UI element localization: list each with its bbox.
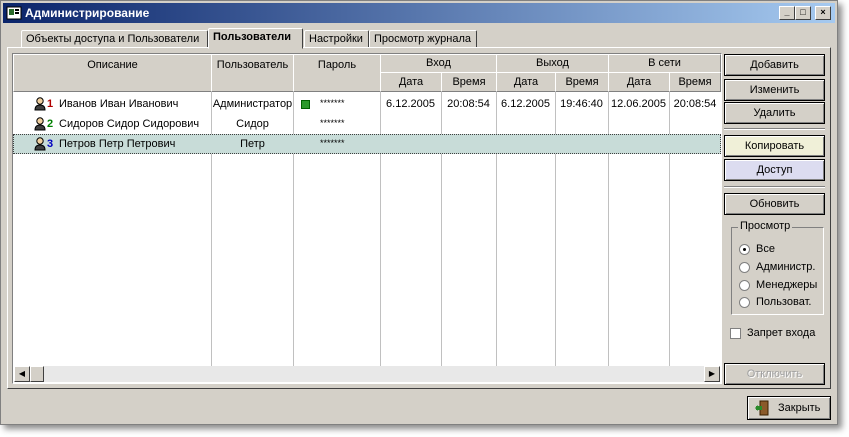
maximize-button[interactable]: □ [795, 6, 811, 20]
radio-admins[interactable]: Администр. [739, 260, 824, 276]
user-icon [34, 97, 46, 111]
radio-dot-icon [739, 297, 750, 308]
status-online-indicator [301, 100, 310, 109]
close-button[interactable]: Закрыть [747, 396, 831, 420]
header-online[interactable]: В сети [608, 54, 721, 73]
user-icon [34, 137, 46, 151]
row-number: 2 [47, 118, 54, 130]
disconnect-button[interactable]: Отключить [724, 363, 825, 385]
row-online-time: 20:08:54 [673, 98, 717, 110]
tab-objects-users[interactable]: Объекты доступа и Пользователи [21, 30, 208, 48]
row-login-time: 20:08:54 [447, 98, 490, 110]
radio-managers[interactable]: Менеджеры [739, 278, 824, 294]
row-user: Петр [240, 138, 265, 150]
header-logout-date[interactable]: Дата [496, 72, 556, 92]
row-password: ******* [320, 138, 345, 148]
title-bar[interactable]: Администрирование _ □ × [3, 3, 835, 23]
header-logout[interactable]: Выход [496, 54, 609, 73]
tab-settings[interactable]: Настройки [304, 30, 369, 48]
radio-users-label: Пользоват. [756, 296, 812, 308]
radio-users[interactable]: Пользоват. [739, 295, 824, 311]
view-filter-title: Просмотр [738, 220, 793, 232]
row-online-date: 12.06.2005 [610, 98, 667, 110]
row-number: 3 [47, 138, 54, 150]
header-login-date[interactable]: Дата [380, 72, 442, 92]
header-login-time[interactable]: Время [441, 72, 497, 92]
row-logout-time: 19:46:40 [560, 98, 603, 110]
scroll-left-icon[interactable]: ◀ [14, 366, 30, 382]
close-window-button[interactable]: × [815, 6, 831, 20]
scroll-thumb[interactable] [30, 366, 44, 382]
copy-button[interactable]: Копировать [724, 135, 825, 157]
header-password[interactable]: Пароль [293, 54, 381, 92]
add-button[interactable]: Добавить [724, 54, 825, 76]
close-button-label: Закрыть [778, 402, 821, 414]
horizontal-scrollbar[interactable]: ◀ ▶ [14, 366, 720, 382]
separator [724, 128, 825, 130]
row-password: ******* [320, 98, 345, 108]
admin-window: Администрирование _ □ × Объекты доступа … [0, 0, 838, 425]
header-login[interactable]: Вход [380, 54, 497, 73]
radio-dot-icon [739, 262, 750, 273]
separator [724, 186, 825, 188]
row-logout-date: 6.12.2005 [501, 98, 550, 110]
radio-all[interactable]: Все [739, 242, 824, 258]
header-user[interactable]: Пользователь [211, 54, 294, 92]
header-logout-time[interactable]: Время [555, 72, 609, 92]
edit-button[interactable]: Изменить [724, 79, 825, 101]
row-login-date: 6.12.2005 [386, 98, 435, 110]
row-description: Петров Петр Петрович [59, 138, 176, 150]
checkbox-box[interactable] [730, 328, 741, 339]
user-icon [34, 117, 46, 131]
radio-dot-icon [739, 244, 750, 255]
header-online-date[interactable]: Дата [608, 72, 670, 92]
radio-admins-label: Администр. [756, 261, 816, 273]
refresh-button[interactable]: Обновить [724, 193, 825, 215]
row-user: Администратор [212, 98, 293, 110]
row-description: Иванов Иван Иванович [59, 98, 179, 110]
header-online-time[interactable]: Время [669, 72, 721, 92]
app-icon [6, 6, 22, 20]
row-number: 1 [47, 98, 54, 110]
radio-all-label: Все [756, 243, 775, 255]
exit-door-icon [755, 400, 769, 416]
header-description[interactable]: Описание [13, 54, 212, 92]
users-grid[interactable]: Описание Пользователь Пароль Вход Выход … [12, 53, 722, 384]
tab-users[interactable]: Пользователи [208, 28, 303, 49]
row-description: Сидоров Сидор Сидорович [59, 118, 200, 130]
minimize-button[interactable]: _ [779, 6, 795, 20]
radio-managers-label: Менеджеры [756, 279, 818, 291]
scroll-right-icon[interactable]: ▶ [704, 366, 720, 382]
tab-journal[interactable]: Просмотр журнала [369, 30, 477, 48]
radio-dot-icon [739, 280, 750, 291]
delete-button[interactable]: Удалить [724, 102, 825, 124]
view-filter-group: Просмотр Все Администр. Менеджеры Пользо… [731, 220, 824, 315]
access-button[interactable]: Доступ [724, 159, 825, 181]
deny-login-label: Запрет входа [747, 327, 816, 339]
row-password: ******* [320, 118, 345, 128]
row-user: Сидор [236, 118, 269, 130]
window-title: Администрирование [25, 6, 150, 20]
